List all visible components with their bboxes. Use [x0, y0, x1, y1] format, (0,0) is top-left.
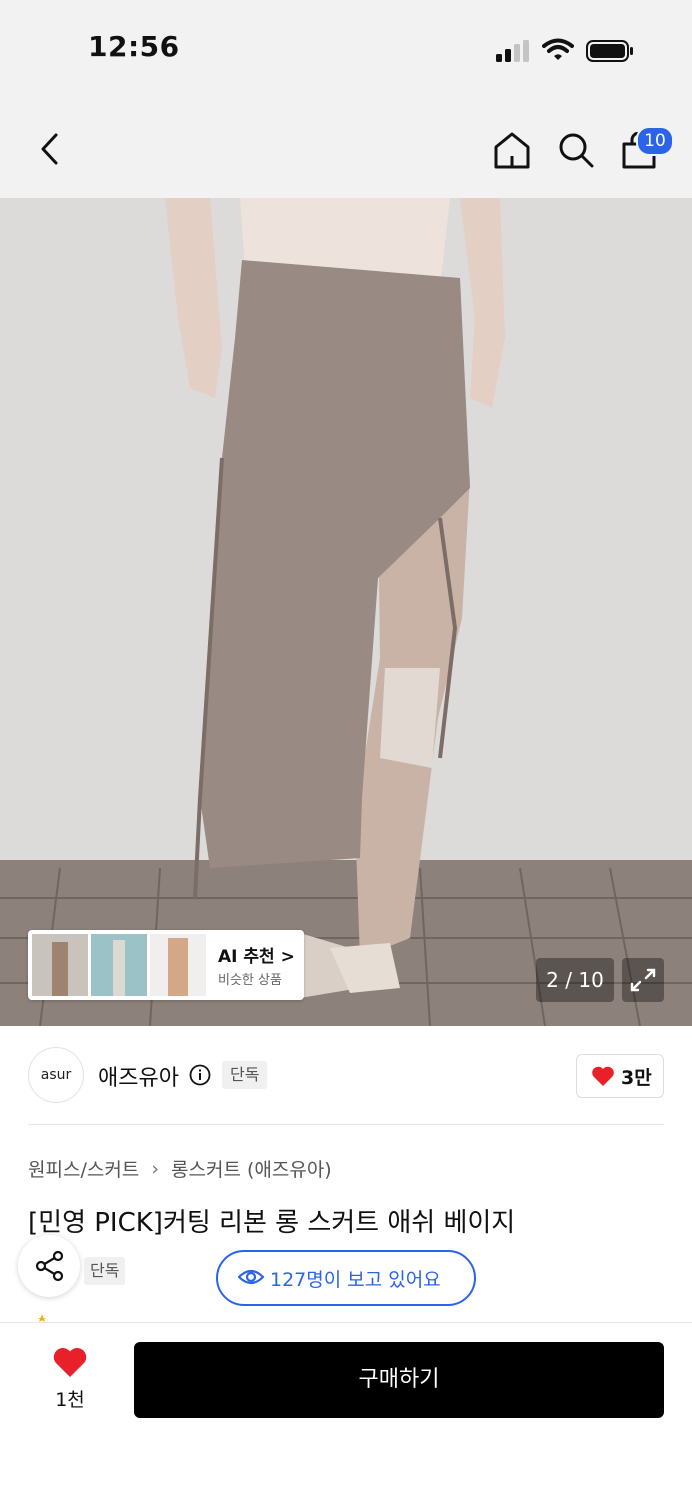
share-icon — [35, 1250, 64, 1282]
image-counter: 2 / 10 — [536, 958, 614, 1002]
breadcrumb-subcategory[interactable]: 롱스커트 (애즈유아) — [171, 1159, 332, 1181]
ai-thumb-2 — [91, 934, 147, 996]
brand-name[interactable]: 애즈유아 — [98, 1060, 179, 1092]
product-title: [민영 PICK]커팅 리본 롱 스커트 애쉬 베이지 — [28, 1208, 516, 1238]
bottom-like-count: 1천 — [55, 1389, 85, 1411]
nav-bar — [0, 100, 692, 198]
product-photo — [0, 198, 692, 1026]
bottom-like-button[interactable]: 1천 — [40, 1343, 100, 1413]
divider — [28, 1124, 664, 1125]
wifi-icon — [542, 38, 574, 60]
battery-icon — [586, 40, 633, 62]
viewers-pill: 127명이 보고 있어요 — [216, 1250, 476, 1306]
ai-recommend-title: AI 추천 > — [218, 947, 295, 967]
breadcrumb: 원피스/스커트 › 롱스커트 (애즈유아) — [28, 1155, 332, 1182]
brand-logo[interactable]: asur — [28, 1047, 84, 1103]
share-button[interactable] — [18, 1235, 80, 1297]
back-icon[interactable] — [38, 132, 62, 166]
product-image[interactable] — [0, 198, 692, 1026]
eye-icon — [238, 1269, 264, 1285]
brand-like-button[interactable]: 3만 — [576, 1054, 664, 1098]
breadcrumb-separator-icon: › — [151, 1157, 159, 1180]
ai-recommend-subtitle: 비슷한 상품 — [218, 973, 282, 988]
breadcrumb-category[interactable]: 원피스/스커트 — [28, 1159, 139, 1181]
cart-count-badge: 10 — [636, 126, 674, 156]
heart-icon — [592, 1066, 614, 1086]
status-time: 12:56 — [88, 30, 180, 63]
buy-button[interactable]: 구매하기 — [134, 1342, 664, 1418]
search-icon[interactable] — [556, 130, 596, 170]
viewers-text: 127명이 보고 있어요 — [270, 1269, 441, 1291]
expand-button[interactable] — [622, 958, 664, 1002]
heart-icon — [53, 1348, 87, 1377]
ai-thumb-3 — [150, 934, 206, 996]
home-icon[interactable] — [492, 130, 532, 170]
signal-icon — [496, 40, 529, 62]
exclusive-badge: 단독 — [222, 1061, 268, 1089]
info-icon[interactable] — [189, 1064, 211, 1086]
brand-like-count: 3만 — [621, 1067, 652, 1089]
expand-icon — [630, 968, 656, 992]
ai-thumb-1 — [32, 934, 88, 996]
product-exclusive-badge: 단독 — [84, 1257, 126, 1285]
ai-recommend-card[interactable]: AI 추천 > 비슷한 상품 — [28, 930, 304, 1000]
